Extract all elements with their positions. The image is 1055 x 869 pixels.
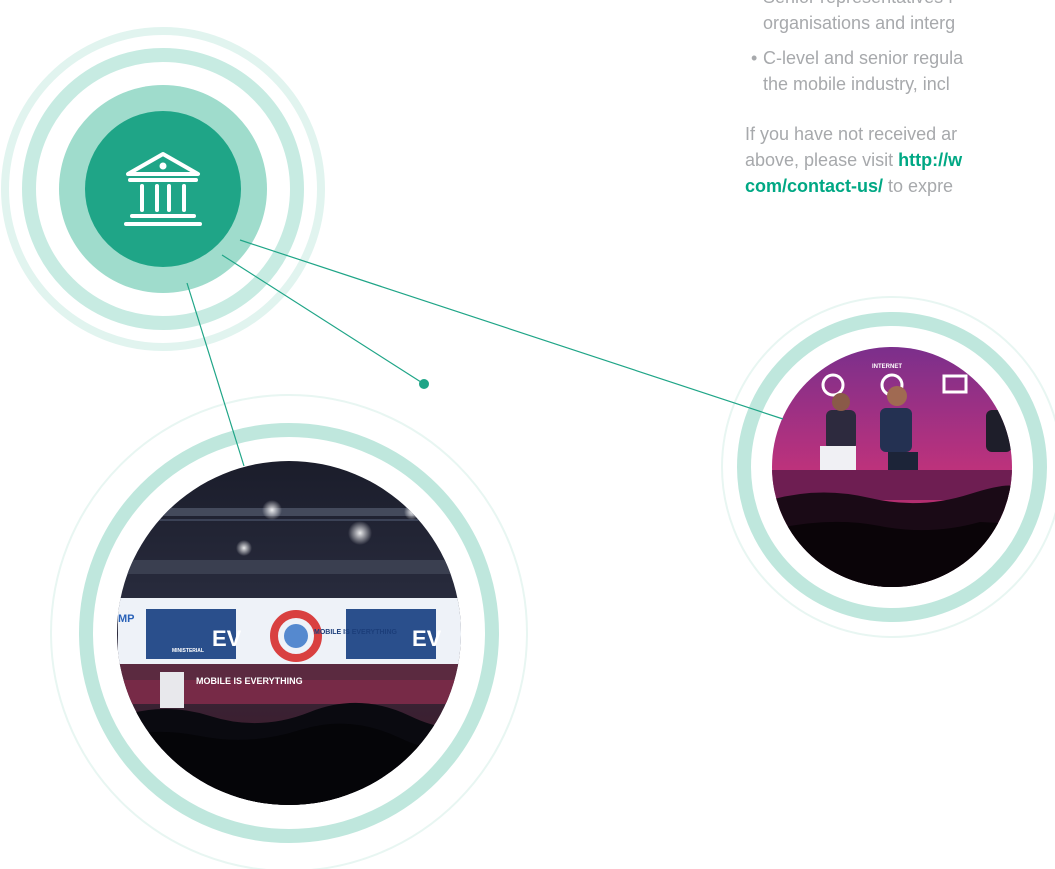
list-item-line: C-level and senior regula: [763, 48, 964, 68]
contact-paragraph: If you have not received ar above, pleas…: [745, 121, 1055, 199]
page-canvas: MP EV EV MOBILE IS EVERYTHING MINISTERIA…: [0, 0, 1055, 869]
list-item: Senior representatives f organisations a…: [745, 0, 1055, 36]
contact-link-continued[interactable]: com/contact-us/: [745, 176, 883, 196]
attendee-text-block: Senior representatives f organisations a…: [745, 0, 1055, 199]
contact-link[interactable]: http://w: [898, 150, 962, 170]
paragraph-line: If you have not received ar: [745, 124, 958, 144]
attendee-list: Senior representatives f organisations a…: [745, 0, 1055, 97]
list-item-line: Senior representatives f: [763, 0, 1055, 10]
list-item: C-level and senior regula the mobile ind…: [745, 45, 1055, 97]
paragraph-line: above, please visit http://w: [745, 147, 1055, 173]
paragraph-text: above, please visit: [745, 150, 899, 170]
paragraph-text: to expre: [883, 176, 954, 196]
text-clip: Senior representatives f organisations a…: [0, 0, 1055, 869]
list-item-line: organisations and interg: [763, 13, 956, 33]
list-item-line: the mobile industry, incl: [763, 74, 950, 94]
paragraph-line: com/contact-us/ to expre: [745, 173, 1055, 199]
